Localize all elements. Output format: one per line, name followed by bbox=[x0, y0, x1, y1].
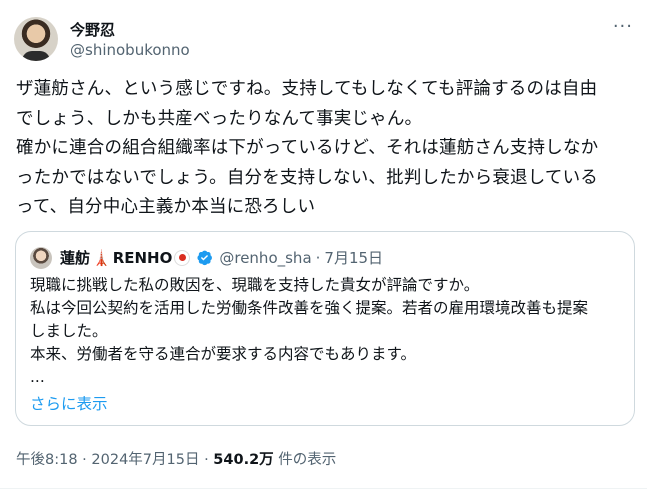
view-count-label: 件の表示 bbox=[273, 452, 337, 468]
tokyo-tower-icon: 🗼 bbox=[92, 248, 111, 267]
quoted-post-text: 現職に挑戦した私の敗因を、現職を支持した貴女が評論ですか。 私は今回公契約を活用… bbox=[30, 276, 589, 386]
author-avatar[interactable] bbox=[14, 17, 58, 61]
quoted-post[interactable]: 蓮舫 🗼 RENHO @renho_sha · 7月15日 現職に挑戦した私の敗… bbox=[15, 231, 635, 426]
show-more-link[interactable]: さらに表示 bbox=[30, 392, 108, 414]
separator-dot: · bbox=[315, 248, 321, 267]
quoted-author-handle: @renho_sha bbox=[219, 248, 312, 267]
post-text: ザ蓮舫さん、という感じですね。支持してもしなくても評論するのは自由 でしょう、し… bbox=[16, 79, 599, 217]
divider bbox=[0, 488, 647, 489]
post-meta: 午後8:18 · 2024年7月15日 · 540.2万 件の表示 bbox=[16, 448, 336, 469]
quoted-author-name: 蓮舫 bbox=[60, 249, 91, 267]
author-handle[interactable]: @shinobukonno bbox=[70, 41, 190, 59]
post-timestamp[interactable]: 午後8:18 · 2024年7月15日 · bbox=[16, 452, 213, 468]
author-name[interactable]: 今野忍 bbox=[70, 19, 115, 40]
quoted-author-name-latin: RENHO bbox=[112, 248, 173, 267]
more-options-icon[interactable]: ··· bbox=[613, 16, 633, 37]
quoted-author-avatar bbox=[30, 247, 52, 269]
japan-flag-icon bbox=[174, 249, 191, 266]
verified-badge-icon bbox=[197, 250, 213, 266]
quoted-post-header: 蓮舫 🗼 RENHO @renho_sha · 7月15日 bbox=[60, 247, 383, 268]
quoted-post-date: 7月15日 bbox=[324, 249, 384, 267]
view-count: 540.2万 bbox=[213, 452, 274, 468]
